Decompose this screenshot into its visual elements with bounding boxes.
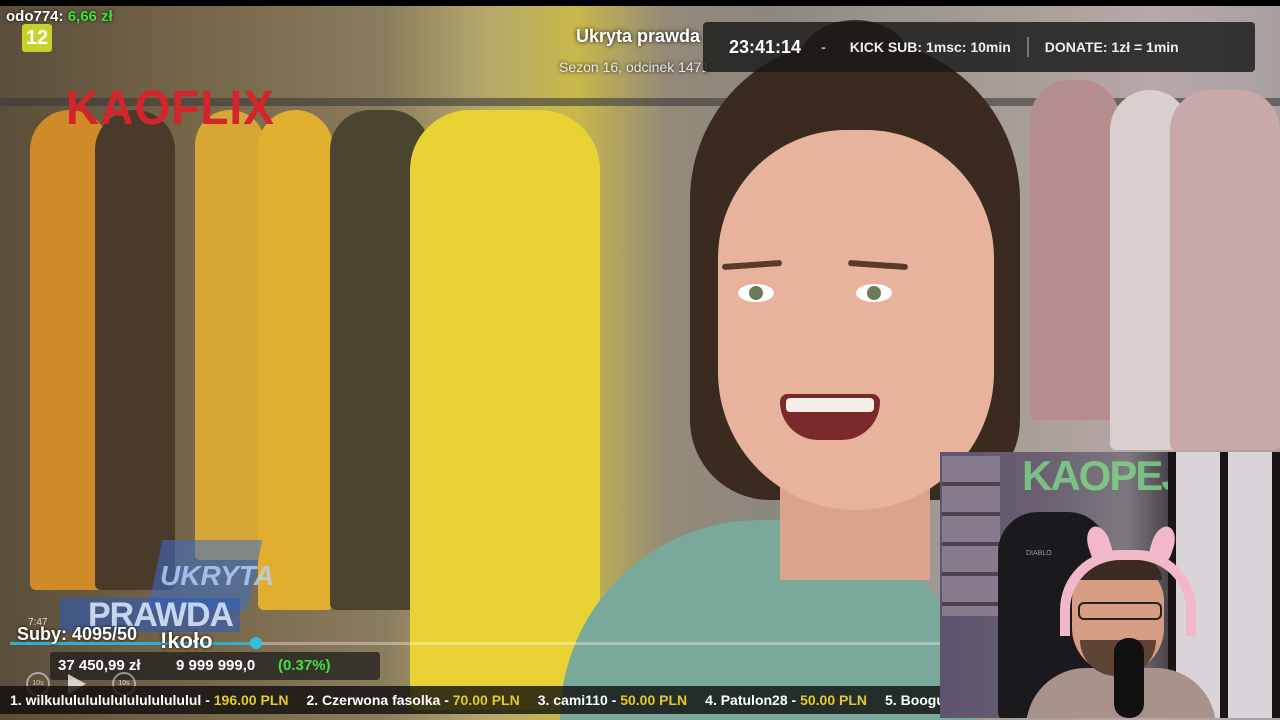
ticker-amount: 196.00 PLN [213,692,289,708]
ticker-donor: 3. cami110 - [537,692,621,708]
photo-wall [942,456,1000,616]
clothing-item [1170,90,1280,450]
goal-percent: (0.37%) [278,657,331,674]
ticker-amount: 50.00 PLN [800,692,868,708]
timer-clock: 23:41:14 [729,36,802,57]
subs-counter: Suby: 4095/50 [17,624,138,644]
donor-name: odo774: [6,8,64,25]
seek-thumb[interactable] [250,637,262,649]
goal-amount: 9 999 999,0 [176,657,256,674]
clothing-item [1030,80,1120,420]
top-border [0,0,1280,6]
eye [738,284,774,302]
ticker-donor: 4. Patulon28 - [705,692,801,708]
neon-sign: KAOPEJ [1022,452,1185,499]
microphone [1114,638,1144,718]
ticker-item: 1. wilkulululululululululululul - 196.00… [10,686,288,714]
clothing-item [258,110,333,610]
show-logo-line1: UKRYTA [160,560,275,591]
kaoflix-logo: KAOFLIX [66,79,275,135]
donate-rate: DONATE: 1zł = 1min [1044,39,1179,55]
wheel-command: !koło [160,628,213,653]
yellow-dress [410,110,600,710]
ticker-item: 2. Czerwona fasolka - 70.00 PLN [306,686,519,714]
ticker-donor: 2. Czerwona fasolka - [306,692,453,708]
ticker-amount: 70.00 PLN [452,692,520,708]
show-title: Ukryta prawda [576,26,701,46]
ticker-item: 4. Patulon28 - 50.00 PLN [705,686,867,714]
ticker-item: 3. cami110 - 50.00 PLN [538,686,687,714]
current-amount: 37 450,99 zł [58,657,141,674]
donor-amount: 6,66 zł [67,8,113,25]
chair-brand: DIABLO [1026,550,1052,557]
ticker-donor: 1. wilkulululululululululululul - [10,692,214,708]
eye [856,284,892,302]
stream-info-bar: 23:41:14 - KICK SUB: 1msc: 10min DONATE:… [703,22,1255,72]
clothing-item [95,110,175,590]
webcam-feed: KAOPEJ DIABLO [940,452,1280,718]
channel-badge: 12 [22,24,52,52]
ticker-amount: 50.00 PLN [620,692,688,708]
kick-sub-rate: KICK SUB: 1msc: 10min [849,39,1011,55]
clothing-item [195,110,265,560]
timer-separator: - [821,39,826,55]
latest-donation: odo774: 6,66 zł [6,8,113,25]
divider [1026,37,1029,57]
show-episode: Sezon 16, odcinek 1471 [559,59,710,75]
teeth [786,398,874,412]
